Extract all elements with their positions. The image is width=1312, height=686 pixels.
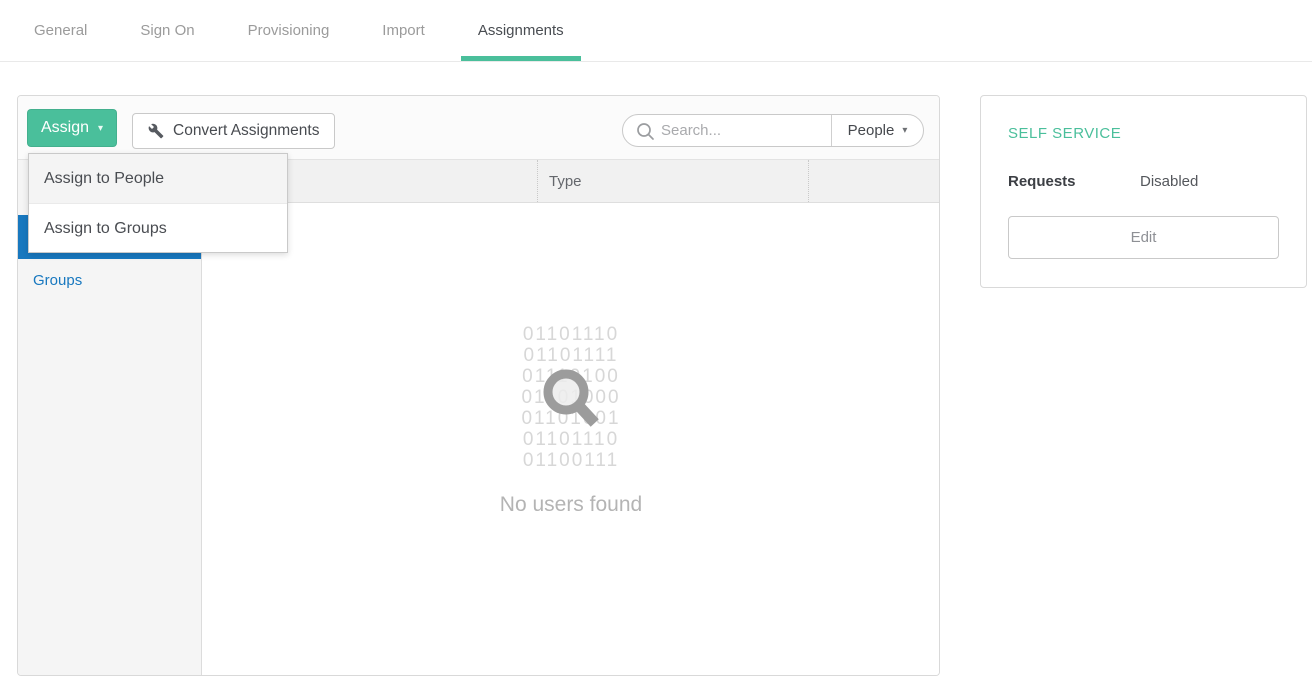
- binary-text-line: 01101110: [521, 324, 620, 345]
- column-divider: [808, 160, 809, 202]
- assign-dropdown-menu: Assign to People Assign to Groups: [28, 153, 288, 253]
- magnifier-icon: [539, 365, 603, 431]
- binary-text-line: 01100111: [521, 450, 620, 471]
- binary-text-line: 01101110: [521, 429, 620, 450]
- tab-import[interactable]: Import: [365, 0, 442, 61]
- sidebar-item-groups[interactable]: Groups: [18, 259, 201, 303]
- convert-assignments-button[interactable]: Convert Assignments: [132, 113, 335, 149]
- requests-status-value: Disabled: [1140, 173, 1198, 190]
- chevron-down-icon: ▾: [902, 125, 907, 136]
- tab-general[interactable]: General: [17, 0, 104, 61]
- assign-button[interactable]: Assign ▾: [27, 109, 117, 147]
- search-icon: [636, 122, 655, 141]
- menu-item-assign-to-people[interactable]: Assign to People: [29, 154, 287, 203]
- menu-item-assign-to-groups[interactable]: Assign to Groups: [29, 203, 287, 252]
- edit-button[interactable]: Edit: [1008, 216, 1279, 259]
- empty-state-illustration: 01101110 01101111 01110100 01101000 0110…: [521, 324, 620, 471]
- tab-sign-on[interactable]: Sign On: [123, 0, 211, 61]
- search-scope-label: People: [848, 122, 895, 139]
- assignments-table-header: Type: [203, 160, 939, 203]
- column-divider: [537, 160, 538, 202]
- empty-state-message: No users found: [203, 493, 939, 517]
- assign-button-label: Assign: [41, 119, 89, 137]
- tab-assignments[interactable]: Assignments: [461, 0, 581, 61]
- wrench-icon: [148, 123, 164, 139]
- requests-label: Requests: [1008, 173, 1140, 190]
- requests-row: Requests Disabled: [1008, 173, 1279, 190]
- assignments-toolbar: Assign ▾ Convert Assignments People ▾: [18, 96, 939, 160]
- self-service-panel: SELF SERVICE Requests Disabled Edit: [980, 95, 1307, 288]
- convert-assignments-label: Convert Assignments: [173, 122, 319, 140]
- self-service-title: SELF SERVICE: [1008, 125, 1279, 142]
- search-box: [623, 115, 831, 146]
- binary-text-line: 01101111: [521, 345, 620, 366]
- search-scope-dropdown[interactable]: People ▾: [831, 115, 923, 146]
- app-tabs-bar: General Sign On Provisioning Import Assi…: [0, 0, 1312, 62]
- column-header-type: Type: [549, 160, 582, 203]
- chevron-down-icon: ▾: [98, 123, 103, 134]
- assignments-table-body: 01101110 01101111 01110100 01101000 0110…: [203, 203, 939, 675]
- search-control: People ▾: [622, 114, 924, 147]
- tab-provisioning[interactable]: Provisioning: [231, 0, 347, 61]
